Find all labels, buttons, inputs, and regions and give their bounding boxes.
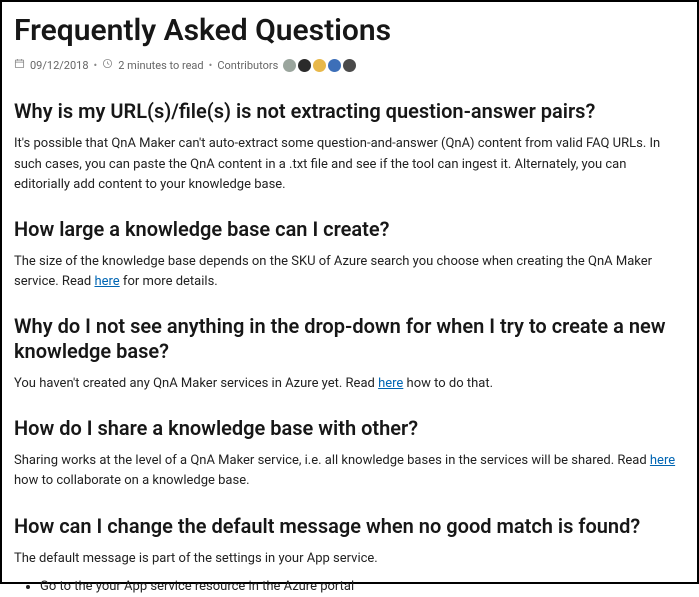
contributors-label: Contributors [217, 58, 278, 73]
list-item: Go to the your App service resource in t… [40, 577, 685, 597]
faq-body: You haven't created any QnA Maker servic… [14, 374, 685, 394]
avatar[interactable] [328, 59, 341, 72]
contributor-avatars [283, 59, 356, 72]
faq-body: Sharing works at the level of a QnA Make… [14, 451, 685, 491]
inline-link[interactable]: here [650, 453, 675, 468]
avatar[interactable] [283, 59, 296, 72]
faq-body: It's possible that QnA Maker can't auto-… [14, 134, 685, 194]
calendar-icon [14, 58, 25, 73]
faq-body: The size of the knowledge base depends o… [14, 252, 685, 292]
faq-heading: Why is my URL(s)/file(s) is not extracti… [14, 99, 685, 124]
clock-icon [102, 58, 113, 73]
faq-body: The default message is part of the setti… [14, 549, 685, 569]
avatar[interactable] [298, 59, 311, 72]
faq-heading: How large a knowledge base can I create? [14, 217, 685, 242]
read-time: 2 minutes to read [118, 58, 203, 73]
faq-heading: How can I change the default message whe… [14, 514, 685, 539]
separator: • [94, 58, 98, 73]
avatar[interactable] [343, 59, 356, 72]
faq-bullet-list: Go to the your App service resource in t… [40, 577, 685, 597]
inline-link[interactable]: here [378, 376, 403, 391]
inline-link[interactable]: here [94, 274, 119, 289]
separator: • [209, 58, 213, 73]
article-meta: 09/12/2018 • 2 minutes to read • Contrib… [14, 58, 685, 73]
faq-heading: How do I share a knowledge base with oth… [14, 416, 685, 441]
faq-heading: Why do I not see anything in the drop-do… [14, 314, 685, 364]
avatar[interactable] [313, 59, 326, 72]
page-title: Frequently Asked Questions [14, 10, 685, 52]
article-date: 09/12/2018 [30, 58, 89, 73]
